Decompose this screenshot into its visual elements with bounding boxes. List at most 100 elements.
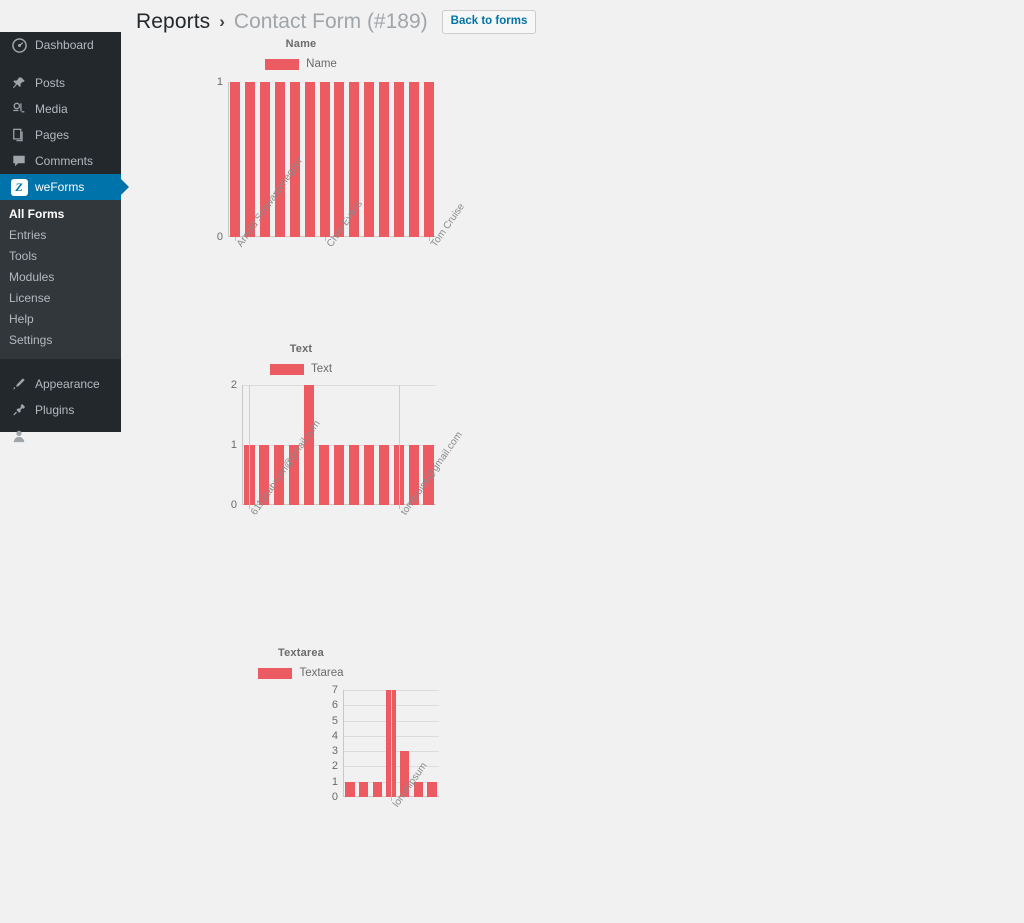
media-icon	[9, 100, 29, 118]
x-axis-tick-label: loremipsum	[391, 760, 430, 810]
breadcrumb-separator-icon: ›	[219, 12, 225, 31]
sidebar-item-label: Appearance	[35, 377, 100, 391]
submenu-item-entries[interactable]: Entries	[0, 225, 121, 246]
sidebar-item-posts[interactable]: Posts	[0, 70, 121, 96]
y-axis-tick-label: 1	[230, 439, 237, 451]
sidebar-item-media[interactable]: Media	[0, 96, 121, 122]
chart-legend: Text	[136, 363, 466, 375]
plot-area: 0 1 2 611shabnam@gmail.com tomcruise@gmail.c…	[231, 379, 465, 517]
sidebar-item-comments[interactable]: Comments	[0, 148, 121, 174]
submenu-item-help[interactable]: Help	[0, 309, 121, 330]
y-axis-tick-label: 7	[331, 684, 338, 696]
comments-icon	[9, 152, 29, 170]
bar	[423, 82, 434, 237]
y-axis	[228, 82, 229, 237]
submenu-item-tools[interactable]: Tools	[0, 246, 121, 267]
admin-sidebar: Dashboard Posts Media Pages Comments Z w…	[0, 32, 129, 443]
y-axis-tick-label: 0	[216, 231, 223, 243]
chart-text: Text Text 0 1 2 611shabnam@gmail.com tomcrui…	[136, 343, 466, 517]
y-axis-tick-label: 2	[331, 760, 338, 773]
chart-name: Name Name 0 1 Arnold Schwarzenegger Chris E…	[136, 38, 467, 249]
admin-page: Dashboard Posts Media Pages Comments Z w…	[0, 0, 1024, 923]
bar	[358, 781, 369, 797]
sidebar-item-pages[interactable]: Pages	[0, 122, 121, 148]
page-title: Reports	[136, 10, 211, 33]
pages-icon	[9, 126, 29, 144]
sidebar-item-label: Pages	[35, 128, 70, 142]
plugins-icon	[9, 401, 29, 419]
gridline	[242, 385, 436, 386]
legend-label: Text	[310, 363, 333, 375]
sidebar-item-appearance[interactable]: Appearance	[0, 371, 121, 397]
submenu-item-settings[interactable]: Settings	[0, 330, 121, 351]
bar	[378, 445, 389, 505]
chart-title: Text	[289, 343, 313, 355]
bar	[230, 82, 241, 237]
sidebar-item-label: Media	[35, 102, 68, 116]
y-axis-tick-label: 1	[216, 76, 223, 88]
plot-area: 0 1 Arnold Schwarzenegger Chris Evans Tom Cr…	[217, 76, 467, 249]
legend-swatch	[269, 363, 304, 375]
bar	[363, 445, 374, 505]
appearance-icon	[9, 375, 29, 393]
bar	[378, 82, 390, 237]
weforms-icon: Z	[9, 178, 29, 196]
y-axis	[343, 690, 344, 797]
vertical-gridline	[391, 690, 392, 797]
page-header: Reports › Contact Form (#189) Back to fo…	[136, 10, 537, 34]
sidebar-item-label: Plugins	[35, 403, 75, 417]
chart-legend: Textarea	[136, 667, 466, 679]
breadcrumb-form-name: Contact Form (#189)	[233, 10, 428, 33]
users-icon	[9, 427, 29, 445]
sidebar-item-plugins[interactable]: Plugins	[0, 397, 121, 423]
bar	[319, 445, 330, 505]
vertical-gridline	[249, 385, 251, 505]
sidebar-item-label: Comments	[35, 154, 94, 168]
bar	[274, 82, 286, 237]
sidebar-item-dashboard[interactable]: Dashboard	[0, 32, 121, 58]
chart-legend: Name	[136, 58, 466, 70]
legend-label: Name	[306, 58, 337, 70]
sidebar-item-weforms[interactable]: Z weForms	[0, 174, 129, 200]
submenu-item-all-forms[interactable]: All Forms	[0, 204, 121, 225]
y-axis-tick-label: 4	[331, 729, 338, 742]
x-axis-tick-label: Tom Cruise	[428, 201, 467, 250]
bar	[319, 82, 330, 237]
legend-label: Textarea	[299, 667, 344, 679]
bar	[372, 781, 382, 797]
y-axis	[242, 385, 243, 505]
plot-area: 0 1 2 3 4 5 6 7 loremipsum	[332, 684, 439, 809]
bar	[427, 781, 437, 797]
bar	[304, 82, 315, 237]
sidebar-divider-2	[0, 359, 121, 371]
sidebar-divider	[0, 58, 121, 70]
y-axis-tick-label: 5	[331, 714, 338, 727]
legend-swatch	[265, 58, 300, 70]
bar	[364, 82, 375, 237]
y-axis-tick-label: 0	[331, 791, 338, 803]
chart-title: Name	[285, 38, 317, 50]
back-to-forms-button[interactable]: Back to forms	[441, 10, 537, 34]
sidebar-item-label: Posts	[35, 76, 66, 90]
legend-swatch	[258, 667, 293, 679]
submenu-item-license[interactable]: License	[0, 288, 121, 309]
y-axis-tick-label: 1	[331, 775, 338, 788]
sidebar-item-label: weForms	[35, 180, 85, 194]
sidebar-item-label: Dashboard	[35, 38, 94, 52]
sidebar-item-partial[interactable]	[0, 423, 121, 449]
chart-textarea: Textarea Textarea 0 1 2 3 4 5 6 7 loremipsum	[136, 647, 466, 809]
bar	[333, 445, 345, 505]
pin-icon	[9, 74, 29, 92]
vertical-gridline	[398, 385, 400, 505]
bar	[334, 82, 345, 237]
dashboard-icon	[9, 36, 29, 54]
y-axis-tick-label: 3	[331, 745, 338, 758]
y-axis-tick-label: 0	[230, 499, 237, 511]
y-axis-tick-label: 6	[331, 699, 338, 712]
bar	[345, 781, 355, 797]
submenu-item-modules[interactable]: Modules	[0, 267, 121, 288]
bar	[393, 82, 404, 237]
bar	[408, 82, 419, 237]
y-axis-tick-label: 2	[230, 379, 237, 391]
weforms-submenu: All Forms Entries Tools Modules License …	[0, 200, 121, 359]
